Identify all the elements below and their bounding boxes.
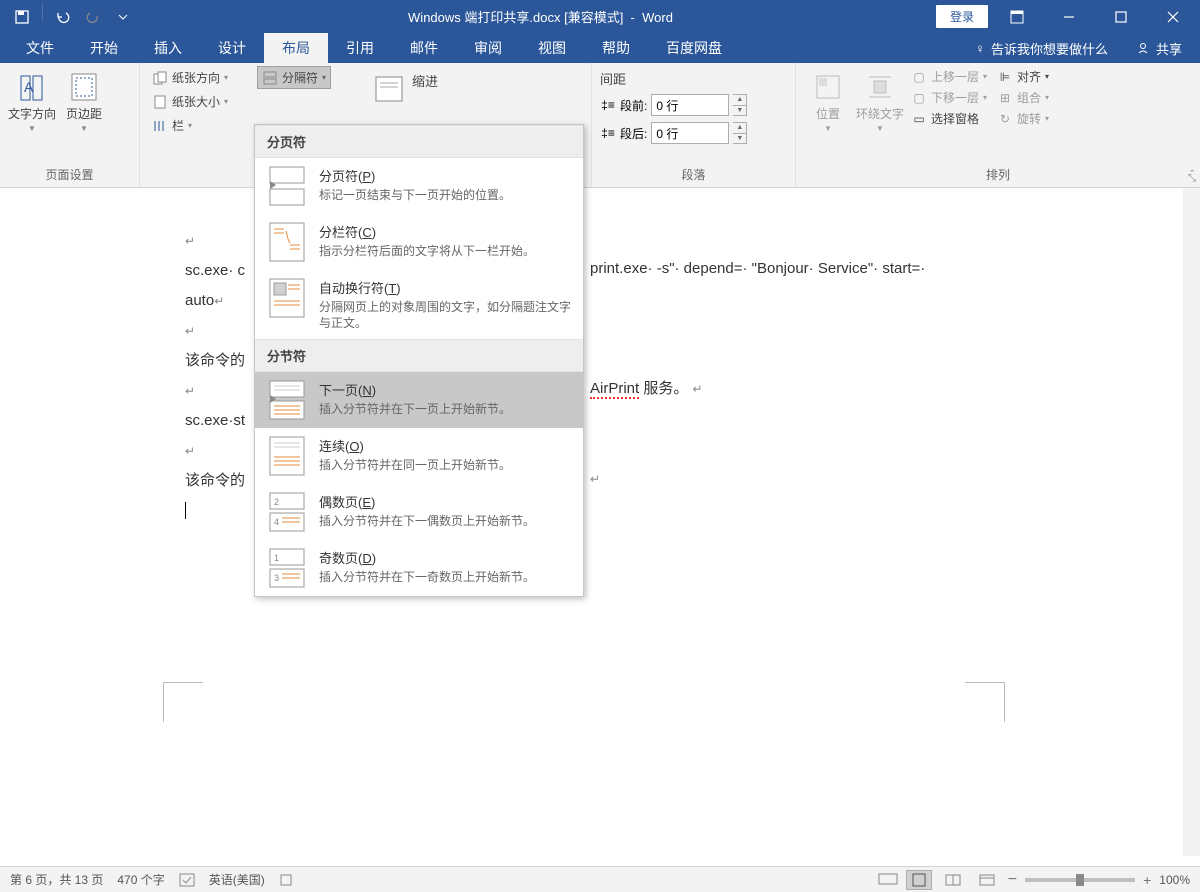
breaks-dropdown: 分页符 分页符(P)标记一页结束与下一页开始的位置。 分栏符(C)指示分栏符后面…	[254, 124, 584, 597]
redo-icon[interactable]	[79, 3, 107, 31]
indent-icon-button[interactable]	[370, 69, 408, 105]
tab-view[interactable]: 视图	[520, 33, 584, 63]
tab-review[interactable]: 审阅	[456, 33, 520, 63]
tab-home[interactable]: 开始	[72, 33, 136, 63]
dropdown-item-column-break[interactable]: 分栏符(C)指示分栏符后面的文字将从下一栏开始。	[255, 214, 583, 270]
wrap-text-button[interactable]: 环绕文字▼	[856, 67, 904, 133]
language-indicator[interactable]: 英语(美国)	[209, 871, 265, 888]
tab-layout[interactable]: 布局	[264, 33, 328, 63]
app-name: Word	[642, 10, 673, 25]
send-backward[interactable]: ▢下移一层 ▾	[908, 88, 990, 107]
page-corner	[965, 682, 1005, 722]
document-text-right: print.exe· -s"· depend=· "Bonjour· Servi…	[590, 254, 925, 494]
ribbon-tabs: 文件 开始 插入 设计 布局 引用 邮件 审阅 视图 帮助 百度网盘 ♀ 告诉我…	[0, 33, 1200, 63]
qat-customize-icon[interactable]	[109, 3, 137, 31]
bring-forward[interactable]: ▢上移一层 ▾	[908, 67, 990, 86]
zoom-level[interactable]: 100%	[1159, 873, 1190, 887]
doc-mode: [兼容模式]	[564, 10, 623, 25]
dropdown-section-section-breaks: 分节符	[255, 339, 583, 372]
size-button[interactable]: 纸张大小 ▾	[148, 91, 232, 112]
margins-button[interactable]: 页边距 ▼	[60, 67, 108, 133]
tab-insert[interactable]: 插入	[136, 33, 200, 63]
text-direction-button[interactable]: A 文字方向 ▼	[8, 67, 56, 133]
svg-text:2: 2	[274, 497, 279, 507]
share-button[interactable]: 共享	[1136, 39, 1182, 58]
ribbon: A 文字方向 ▼ 页边距 ▼ 页面设置 纸张方向 ▾ 纸张大小 ▾ 栏 ▾ ⤡ …	[0, 63, 1200, 188]
spacing-before-icon: ‡≡	[600, 97, 616, 113]
read-mode-view[interactable]	[940, 870, 966, 890]
share-icon	[1136, 41, 1150, 55]
tab-file[interactable]: 文件	[8, 33, 72, 63]
doc-name: Windows 端打印共享.docx	[408, 10, 560, 25]
maximize-icon[interactable]	[1098, 2, 1144, 32]
svg-text:3: 3	[274, 573, 279, 583]
tab-design[interactable]: 设计	[200, 33, 264, 63]
columns-button[interactable]: 栏 ▾	[148, 115, 232, 136]
orientation-button[interactable]: 纸张方向 ▾	[148, 67, 232, 88]
tab-references[interactable]: 引用	[328, 33, 392, 63]
tab-mailings[interactable]: 邮件	[392, 33, 456, 63]
zoom-slider[interactable]	[1025, 878, 1135, 882]
group-button[interactable]: ⊞组合 ▾	[994, 88, 1052, 107]
svg-text:1: 1	[274, 553, 279, 563]
group-page-setup: 页面设置	[8, 164, 131, 185]
print-layout-view[interactable]	[906, 870, 932, 890]
display-settings-icon[interactable]	[878, 873, 898, 887]
spacing-before[interactable]: ‡≡段前:0 行▲▼	[600, 94, 747, 116]
dropdown-item-odd-page[interactable]: 13 奇数页(D)插入分节符并在下一奇数页上开始新节。	[255, 540, 583, 596]
word-count[interactable]: 470 个字	[117, 871, 164, 888]
spacing-after-icon: ‡≡	[600, 125, 616, 141]
close-icon[interactable]	[1150, 2, 1196, 32]
status-bar: 第 6 页，共 13 页 470 个字 英语(美国) − + 100%	[0, 866, 1200, 892]
save-icon[interactable]	[8, 3, 36, 31]
dropdown-item-even-page[interactable]: 24 偶数页(E)插入分节符并在下一偶数页上开始新节。	[255, 484, 583, 540]
dropdown-section-page-breaks: 分页符	[255, 125, 583, 158]
tab-baidu[interactable]: 百度网盘	[648, 33, 740, 63]
dropdown-item-page-break[interactable]: 分页符(P)标记一页结束与下一页开始的位置。	[255, 158, 583, 214]
group-paragraph: 段落	[600, 164, 787, 185]
dropdown-item-continuous[interactable]: 连续(O)插入分节符并在同一页上开始新节。	[255, 428, 583, 484]
proofing-icon[interactable]	[179, 873, 195, 887]
page-indicator[interactable]: 第 6 页，共 13 页	[10, 871, 103, 888]
document-text: ↵ sc.exe· c auto↵ ↵ 该命令的 ↵ sc.exe·st ↵ 该…	[185, 226, 245, 526]
minimize-icon[interactable]	[1046, 2, 1092, 32]
text-cursor	[185, 502, 186, 519]
ribbon-options-icon[interactable]	[994, 2, 1040, 32]
position-button[interactable]: 位置▼	[804, 67, 852, 133]
svg-text:4: 4	[274, 517, 279, 527]
selection-pane[interactable]: ▭选择窗格	[908, 109, 990, 128]
dropdown-item-next-page[interactable]: 下一页(N)插入分节符并在下一页上开始新节。	[255, 372, 583, 428]
accessibility-icon[interactable]	[279, 873, 293, 887]
tab-help[interactable]: 帮助	[584, 33, 648, 63]
dropdown-item-text-wrap[interactable]: 自动换行符(T)分隔网页上的对象周围的文字，如分隔题注文字与正文。	[255, 270, 583, 339]
tell-me[interactable]: ♀ 告诉我你想要做什么	[975, 39, 1108, 58]
rotate-button[interactable]: ↻旋转 ▾	[994, 109, 1052, 128]
vertical-scrollbar[interactable]	[1183, 188, 1200, 856]
document-area[interactable]: ↵ sc.exe· c auto↵ ↵ 该命令的 ↵ sc.exe·st ↵ 该…	[0, 188, 1200, 856]
zoom-in[interactable]: +	[1143, 872, 1151, 888]
group-arrange: 排列	[804, 164, 1192, 185]
undo-icon[interactable]	[49, 3, 77, 31]
page-corner	[163, 682, 203, 722]
align-button[interactable]: ⊫对齐 ▾	[994, 67, 1052, 86]
title-bar: Windows 端打印共享.docx [兼容模式] - Word 登录	[0, 0, 1200, 33]
breaks-button[interactable]: 分隔符 ▾	[258, 67, 330, 88]
login-button[interactable]: 登录	[936, 5, 988, 28]
spacing-after[interactable]: ‡≡段后:0 行▲▼	[600, 122, 747, 144]
lightbulb-icon: ♀	[975, 41, 985, 56]
zoom-out[interactable]: −	[1008, 871, 1017, 889]
web-layout-view[interactable]	[974, 870, 1000, 890]
collapse-ribbon-icon[interactable]: ˆ	[1190, 169, 1194, 181]
